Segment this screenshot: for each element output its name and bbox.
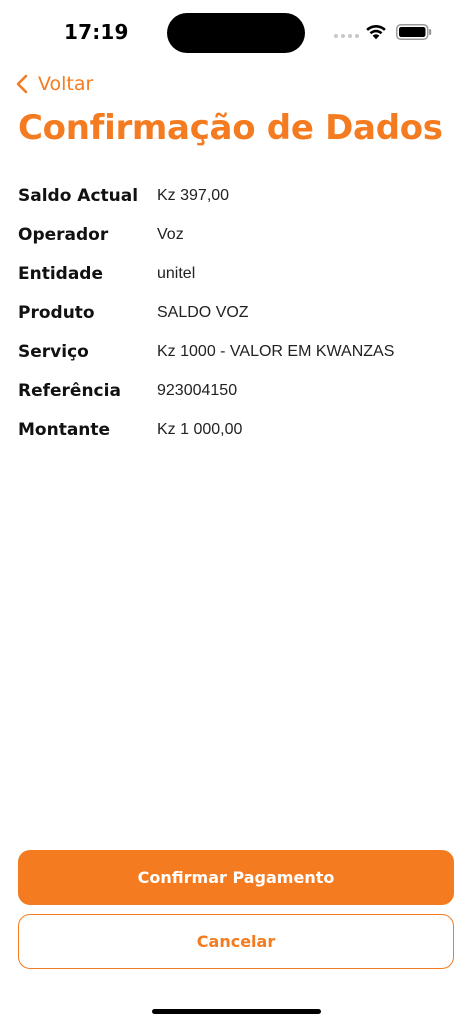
detail-value: Kz 1 000,00	[157, 420, 243, 438]
detail-label: Entidade	[18, 263, 104, 284]
back-button[interactable]: Voltar	[14, 70, 93, 98]
detail-label: Referência	[18, 380, 121, 401]
status-bar: 17:19	[0, 0, 472, 64]
status-time: 17:19	[64, 20, 129, 44]
detail-label: Operador	[18, 224, 109, 245]
dynamic-island	[167, 13, 305, 53]
detail-row-montante: Montante Kz 1 000,00	[18, 410, 458, 449]
detail-value: 923004150	[157, 381, 238, 399]
detail-label: Montante	[18, 419, 111, 440]
chevron-left-icon	[16, 74, 28, 94]
detail-value: unitel	[157, 264, 196, 282]
signal-icon	[334, 34, 359, 38]
wifi-icon	[366, 24, 386, 40]
detail-label: Produto	[18, 302, 95, 323]
confirm-payment-button[interactable]: Confirmar Pagamento	[18, 850, 454, 905]
detail-value: Voz	[157, 225, 184, 243]
detail-row-saldo-actual: Saldo Actual Kz 397,00	[18, 176, 458, 215]
detail-value: Kz 1000 - VALOR EM KWANZAS	[157, 342, 395, 360]
detail-row-referencia: Referência 923004150	[18, 371, 458, 410]
confirmation-screen: 17:19 Voltar Confirmação de Dados Saldo …	[0, 0, 472, 1024]
detail-row-entidade: Entidade unitel	[18, 254, 458, 293]
detail-value: SALDO VOZ	[157, 303, 249, 321]
page-title: Confirmação de Dados	[18, 108, 443, 148]
back-label: Voltar	[38, 73, 94, 95]
cancel-button[interactable]: Cancelar	[18, 914, 454, 969]
detail-label: Saldo Actual	[18, 185, 139, 206]
details-list: Saldo Actual Kz 397,00 Operador Voz Enti…	[18, 176, 458, 449]
detail-value: Kz 397,00	[157, 186, 230, 204]
detail-label: Serviço	[18, 341, 89, 362]
detail-row-operador: Operador Voz	[18, 215, 458, 254]
detail-row-produto: Produto SALDO VOZ	[18, 293, 458, 332]
home-indicator	[152, 1009, 321, 1014]
battery-icon	[396, 24, 432, 40]
detail-row-servico: Serviço Kz 1000 - VALOR EM KWANZAS	[18, 332, 458, 371]
